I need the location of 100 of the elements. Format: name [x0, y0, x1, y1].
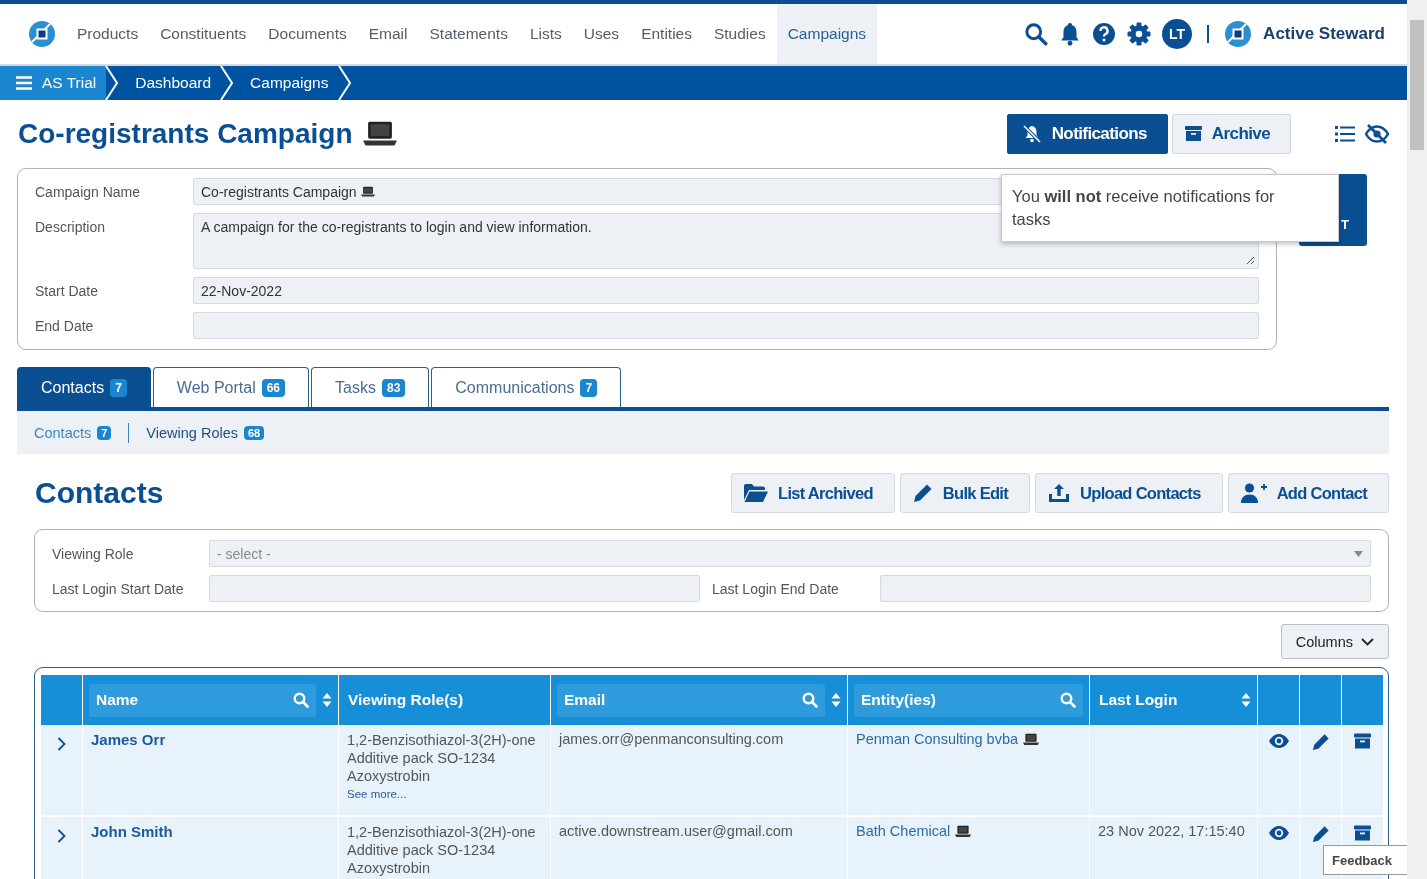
menu-icon[interactable] — [16, 76, 32, 90]
count-badge: 83 — [381, 378, 406, 397]
column-header[interactable]: Viewing Role(s) — [338, 675, 551, 725]
nav-link[interactable]: Documents — [257, 4, 358, 64]
tab[interactable]: Contacts 7 — [17, 367, 151, 407]
field-label: End Date — [35, 317, 95, 334]
subtab[interactable]: Contacts 7 — [34, 424, 112, 441]
chevron-down-icon — [1361, 637, 1374, 646]
field-label: Last Login Start Date — [52, 580, 185, 597]
last-login-text: 23 Nov 2022, 17:15:40 — [1098, 823, 1245, 839]
column-title: Viewing Role(s) — [347, 691, 465, 709]
date-field[interactable] — [880, 575, 1371, 602]
tab[interactable]: Tasks 83 — [311, 367, 430, 407]
toolbar-button[interactable]: List Archived — [731, 473, 895, 513]
nav-link[interactable]: Email — [357, 4, 419, 64]
breadcrumb-link[interactable]: Dashboard — [119, 66, 222, 100]
input-field[interactable] — [193, 312, 1259, 339]
nav-link[interactable]: Campaigns — [776, 4, 878, 64]
chevron-separator-icon — [220, 66, 235, 100]
nav-link[interactable]: Uses — [572, 4, 631, 64]
breadcrumb-link[interactable]: AS Trial — [0, 66, 107, 100]
sort-icon[interactable] — [322, 692, 332, 708]
toolbar-button[interactable]: Upload Contacts — [1035, 473, 1223, 513]
page-title: Co-registrants Campaign — [18, 118, 353, 150]
logo-icon — [28, 20, 56, 48]
input-field[interactable]: 22-Nov-2022 — [193, 277, 1259, 304]
bell-slash-icon — [1021, 125, 1042, 143]
field-label: Last Login End Date — [711, 580, 840, 597]
view-eye-icon[interactable] — [1267, 733, 1290, 749]
columns-button[interactable]: Columns — [1280, 624, 1389, 659]
nav-link[interactable]: Lists — [518, 4, 573, 64]
tab[interactable]: Communications 7 — [431, 367, 622, 407]
contact-name-link[interactable]: John Smith — [91, 823, 173, 840]
count-badge: 7 — [580, 378, 598, 397]
user-avatar[interactable]: LT — [1162, 19, 1193, 49]
expand-chevron-icon[interactable] — [57, 737, 66, 751]
role-text: 1,2-Benzisothiazol-3(2H)-one — [347, 731, 537, 749]
tooltip: You will not receive notifications for tasks — [1001, 174, 1339, 242]
field-label: Viewing Role — [52, 545, 135, 562]
toolbar-button[interactable]: Bulk Edit — [899, 473, 1031, 513]
list-icon[interactable] — [1335, 125, 1355, 143]
contact-name-link[interactable]: James Orr — [91, 731, 166, 748]
subtab[interactable]: Viewing Roles 68 — [146, 424, 265, 441]
role-text: Azoxystrobin — [347, 767, 431, 785]
resize-handle-icon[interactable] — [1246, 256, 1255, 265]
column-title: Email — [564, 691, 606, 709]
count-badge: 68 — [244, 425, 265, 440]
email-text: james.orr@penmanconsulting.com — [559, 731, 784, 747]
archive-button[interactable]: Archive — [1171, 114, 1291, 154]
expand-chevron-icon[interactable] — [57, 829, 66, 843]
column-header[interactable]: Last Login — [1089, 675, 1258, 725]
column-title: Name — [96, 691, 139, 709]
sort-icon[interactable] — [1241, 692, 1251, 708]
field-label: Start Date — [35, 282, 100, 299]
edit-pencil-icon[interactable] — [1311, 733, 1330, 751]
brand-name: Active Steward — [1263, 24, 1385, 44]
settings-icon[interactable] — [1127, 22, 1152, 46]
archive-icon[interactable] — [1354, 733, 1371, 750]
chevron-separator-icon — [105, 66, 120, 100]
upload-icon — [1048, 483, 1071, 503]
role-text: Azoxystrobin — [347, 859, 431, 877]
logo-icon — [1224, 20, 1253, 48]
nav-link[interactable]: Statements — [418, 4, 519, 64]
nav-link[interactable]: Studies — [702, 4, 777, 64]
eye-slash-icon[interactable] — [1365, 124, 1389, 144]
count-badge: 7 — [97, 425, 112, 440]
nav-link[interactable]: Entities — [630, 4, 703, 64]
entity-link[interactable]: Bath Chemical — [856, 823, 951, 839]
dropdown-caret-icon — [1354, 550, 1363, 557]
view-eye-icon[interactable] — [1267, 825, 1290, 841]
feedback-button[interactable]: Feedback — [1323, 845, 1407, 875]
role-text: 1,2-Benzisothiazol-3(2H)-one — [347, 823, 537, 841]
column-title: Last Login — [1098, 691, 1179, 709]
count-badge: 66 — [261, 378, 286, 397]
pencil-icon — [912, 483, 933, 503]
role-text: Additive pack SO-1234 — [347, 841, 497, 859]
section-title: Contacts — [35, 476, 164, 510]
edit-pencil-icon[interactable] — [1311, 825, 1330, 843]
folder-icon — [744, 484, 768, 502]
tab[interactable]: Web Portal 66 — [152, 367, 310, 407]
email-text: active.downstream.user@gmail.com — [559, 823, 793, 839]
nav-link[interactable]: Constituents — [149, 4, 258, 64]
column-title: Entity(ies) — [861, 691, 936, 709]
archive-icon — [1184, 126, 1202, 142]
search-icon[interactable] — [1024, 22, 1049, 46]
nav-link[interactable]: Products — [66, 4, 150, 64]
breadcrumb-link[interactable]: Campaigns — [234, 66, 339, 100]
toolbar-button[interactable]: Add Contact — [1227, 473, 1389, 513]
see-more-link[interactable]: See more... — [347, 788, 407, 800]
notifications-button[interactable]: Notifications — [1006, 114, 1168, 154]
role-text: Additive pack SO-1234 — [347, 749, 497, 767]
sort-icon[interactable] — [831, 692, 841, 708]
entity-link[interactable]: Penman Consulting bvba — [856, 731, 1019, 747]
archive-icon[interactable] — [1354, 825, 1371, 842]
field-label: Description — [35, 218, 107, 235]
field-label: Campaign Name — [35, 183, 142, 200]
date-field[interactable] — [209, 575, 700, 602]
bell-icon[interactable] — [1059, 22, 1082, 46]
help-icon[interactable] — [1092, 22, 1117, 46]
scrollbar[interactable] — [1407, 0, 1427, 879]
